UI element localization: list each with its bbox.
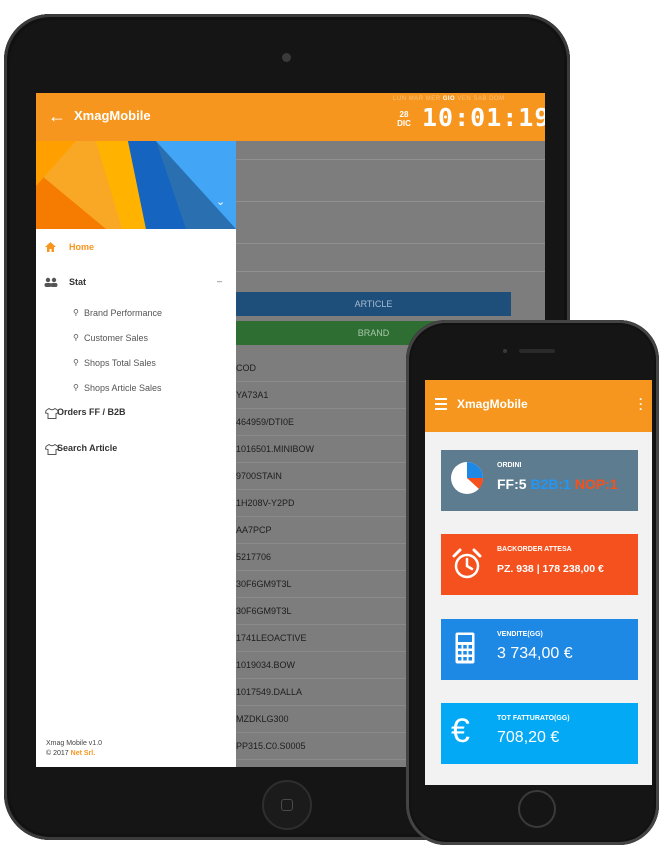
phone-app-bar: XmagMobile · · · bbox=[425, 380, 652, 432]
drawer-item-label: Shops Article Sales bbox=[84, 383, 162, 393]
app-title: XmagMobile bbox=[74, 108, 151, 123]
copyright-year: © 2017 bbox=[46, 750, 69, 757]
euro-icon: € bbox=[451, 712, 470, 750]
divider bbox=[236, 159, 545, 160]
search-icon: ⚲ bbox=[73, 383, 79, 392]
overflow-menu-icon[interactable]: · · · bbox=[639, 393, 643, 415]
drawer-item-label: Search Article bbox=[57, 443, 118, 453]
weekday-current: GIO bbox=[442, 96, 456, 102]
home-icon bbox=[45, 242, 56, 252]
phone-home-button[interactable] bbox=[518, 790, 556, 828]
card-label: VENDITE(GG) bbox=[497, 631, 543, 638]
navigation-drawer: ⌄ Home Stat – ⚲ Brand Performance ⚲ Cust… bbox=[36, 141, 236, 767]
drawer-menu: Home Stat – ⚲ Brand Performance ⚲ Custom… bbox=[36, 229, 236, 473]
divider bbox=[236, 243, 545, 244]
drawer-item-stat[interactable]: Stat – bbox=[36, 265, 236, 301]
orders-card[interactable]: ORDINI FF:5 B2B:1 NOP:1 bbox=[441, 450, 638, 511]
weekday: MER bbox=[425, 96, 441, 102]
weekday: DOM bbox=[489, 96, 505, 102]
drawer-item-label: Customer Sales bbox=[84, 333, 149, 343]
search-icon: ⚲ bbox=[73, 358, 79, 367]
date-month: DIC bbox=[397, 119, 411, 128]
search-icon: ⚲ bbox=[73, 333, 79, 342]
drawer-footer: Xmag Mobile v1.0 © 2017 Net Srl. bbox=[46, 739, 102, 759]
tablet-app-bar: ← XmagMobile LUN MAR MER GIO VEN SAB DOM… bbox=[36, 93, 545, 141]
card-value: 3 734,00 € bbox=[497, 645, 573, 662]
card-value: PZ. 938 | 178 238,00 € bbox=[497, 563, 604, 575]
weekday-strip: LUN MAR MER GIO VEN SAB DOM bbox=[393, 96, 543, 102]
material-banner-graphic bbox=[36, 141, 236, 229]
weekday: LUN bbox=[393, 96, 407, 102]
phone-speaker bbox=[519, 349, 555, 353]
people-icon bbox=[44, 277, 58, 287]
drawer-item-orders[interactable]: Orders FF / B2B bbox=[36, 401, 236, 437]
card-label: TOT FATTURATO(GG) bbox=[497, 715, 570, 722]
drawer-item-label: Brand Performance bbox=[84, 308, 163, 318]
article-button[interactable]: ARTICLE bbox=[236, 292, 511, 316]
revenue-card[interactable]: € TOT FATTURATO(GG) 708,20 € bbox=[441, 703, 638, 764]
divider bbox=[236, 271, 545, 272]
phone-camera bbox=[503, 349, 507, 353]
back-arrow-icon[interactable]: ← bbox=[48, 105, 66, 127]
app-title: XmagMobile bbox=[457, 397, 528, 411]
date-display: 28 DIC bbox=[394, 110, 414, 128]
copyright: © 2017 Net Srl. bbox=[46, 749, 102, 759]
calculator-icon bbox=[455, 632, 475, 664]
card-label: BACKORDER ATTESA bbox=[497, 546, 572, 553]
search-icon: ⚲ bbox=[73, 308, 79, 317]
drawer-item-label: Stat bbox=[69, 277, 87, 287]
alarm-clock-icon bbox=[452, 548, 482, 579]
hamburger-menu-icon[interactable] bbox=[435, 398, 447, 410]
company-name: Net Srl. bbox=[70, 750, 96, 757]
drawer-item-label: Home bbox=[69, 242, 95, 252]
phone-screen: XmagMobile · · · ORDINI FF:5 B2B:1 NOP:1 B… bbox=[425, 380, 652, 785]
card-value: 708,20 € bbox=[497, 729, 560, 746]
tablet-camera bbox=[282, 53, 291, 62]
divider bbox=[236, 201, 545, 202]
sales-card[interactable]: VENDITE(GG) 3 734,00 € bbox=[441, 619, 638, 680]
orders-nop: NOP:1 bbox=[574, 476, 618, 492]
weekday: SAB bbox=[473, 96, 487, 102]
account-dropdown-icon[interactable]: ⌄ bbox=[216, 195, 225, 208]
backorder-card[interactable]: BACKORDER ATTESA PZ. 938 | 178 238,00 € bbox=[441, 534, 638, 595]
drawer-item-home[interactable]: Home bbox=[36, 229, 236, 265]
orders-b2b: B2B:1 bbox=[530, 476, 575, 492]
card-value: FF:5 B2B:1 NOP:1 bbox=[497, 476, 618, 492]
digital-clock: 10:01:19 bbox=[422, 103, 545, 132]
drawer-item-search-article[interactable]: Search Article bbox=[36, 437, 236, 473]
weekday: VEN bbox=[457, 96, 472, 102]
card-label: ORDINI bbox=[497, 462, 522, 469]
drawer-header-banner: ⌄ bbox=[36, 141, 236, 229]
collapse-toggle[interactable]: – bbox=[217, 276, 222, 286]
pie-chart-icon bbox=[451, 462, 484, 494]
app-version: Xmag Mobile v1.0 bbox=[46, 740, 103, 747]
drawer-item-label: Shops Total Sales bbox=[84, 358, 156, 368]
orders-ff: FF:5 bbox=[497, 476, 531, 492]
drawer-item-label: Orders FF / B2B bbox=[57, 407, 126, 417]
drawer-subitem-shops-article-sales[interactable]: ⚲ Shops Article Sales bbox=[36, 376, 236, 401]
drawer-subitem-brand-performance[interactable]: ⚲ Brand Performance bbox=[36, 301, 236, 326]
drawer-subitem-customer-sales[interactable]: ⚲ Customer Sales bbox=[36, 326, 236, 351]
tablet-home-button[interactable] bbox=[262, 780, 312, 830]
weekday: MAR bbox=[408, 96, 424, 102]
date-day: 28 bbox=[399, 110, 409, 119]
drawer-subitem-shops-total-sales[interactable]: ⚲ Shops Total Sales bbox=[36, 351, 236, 376]
